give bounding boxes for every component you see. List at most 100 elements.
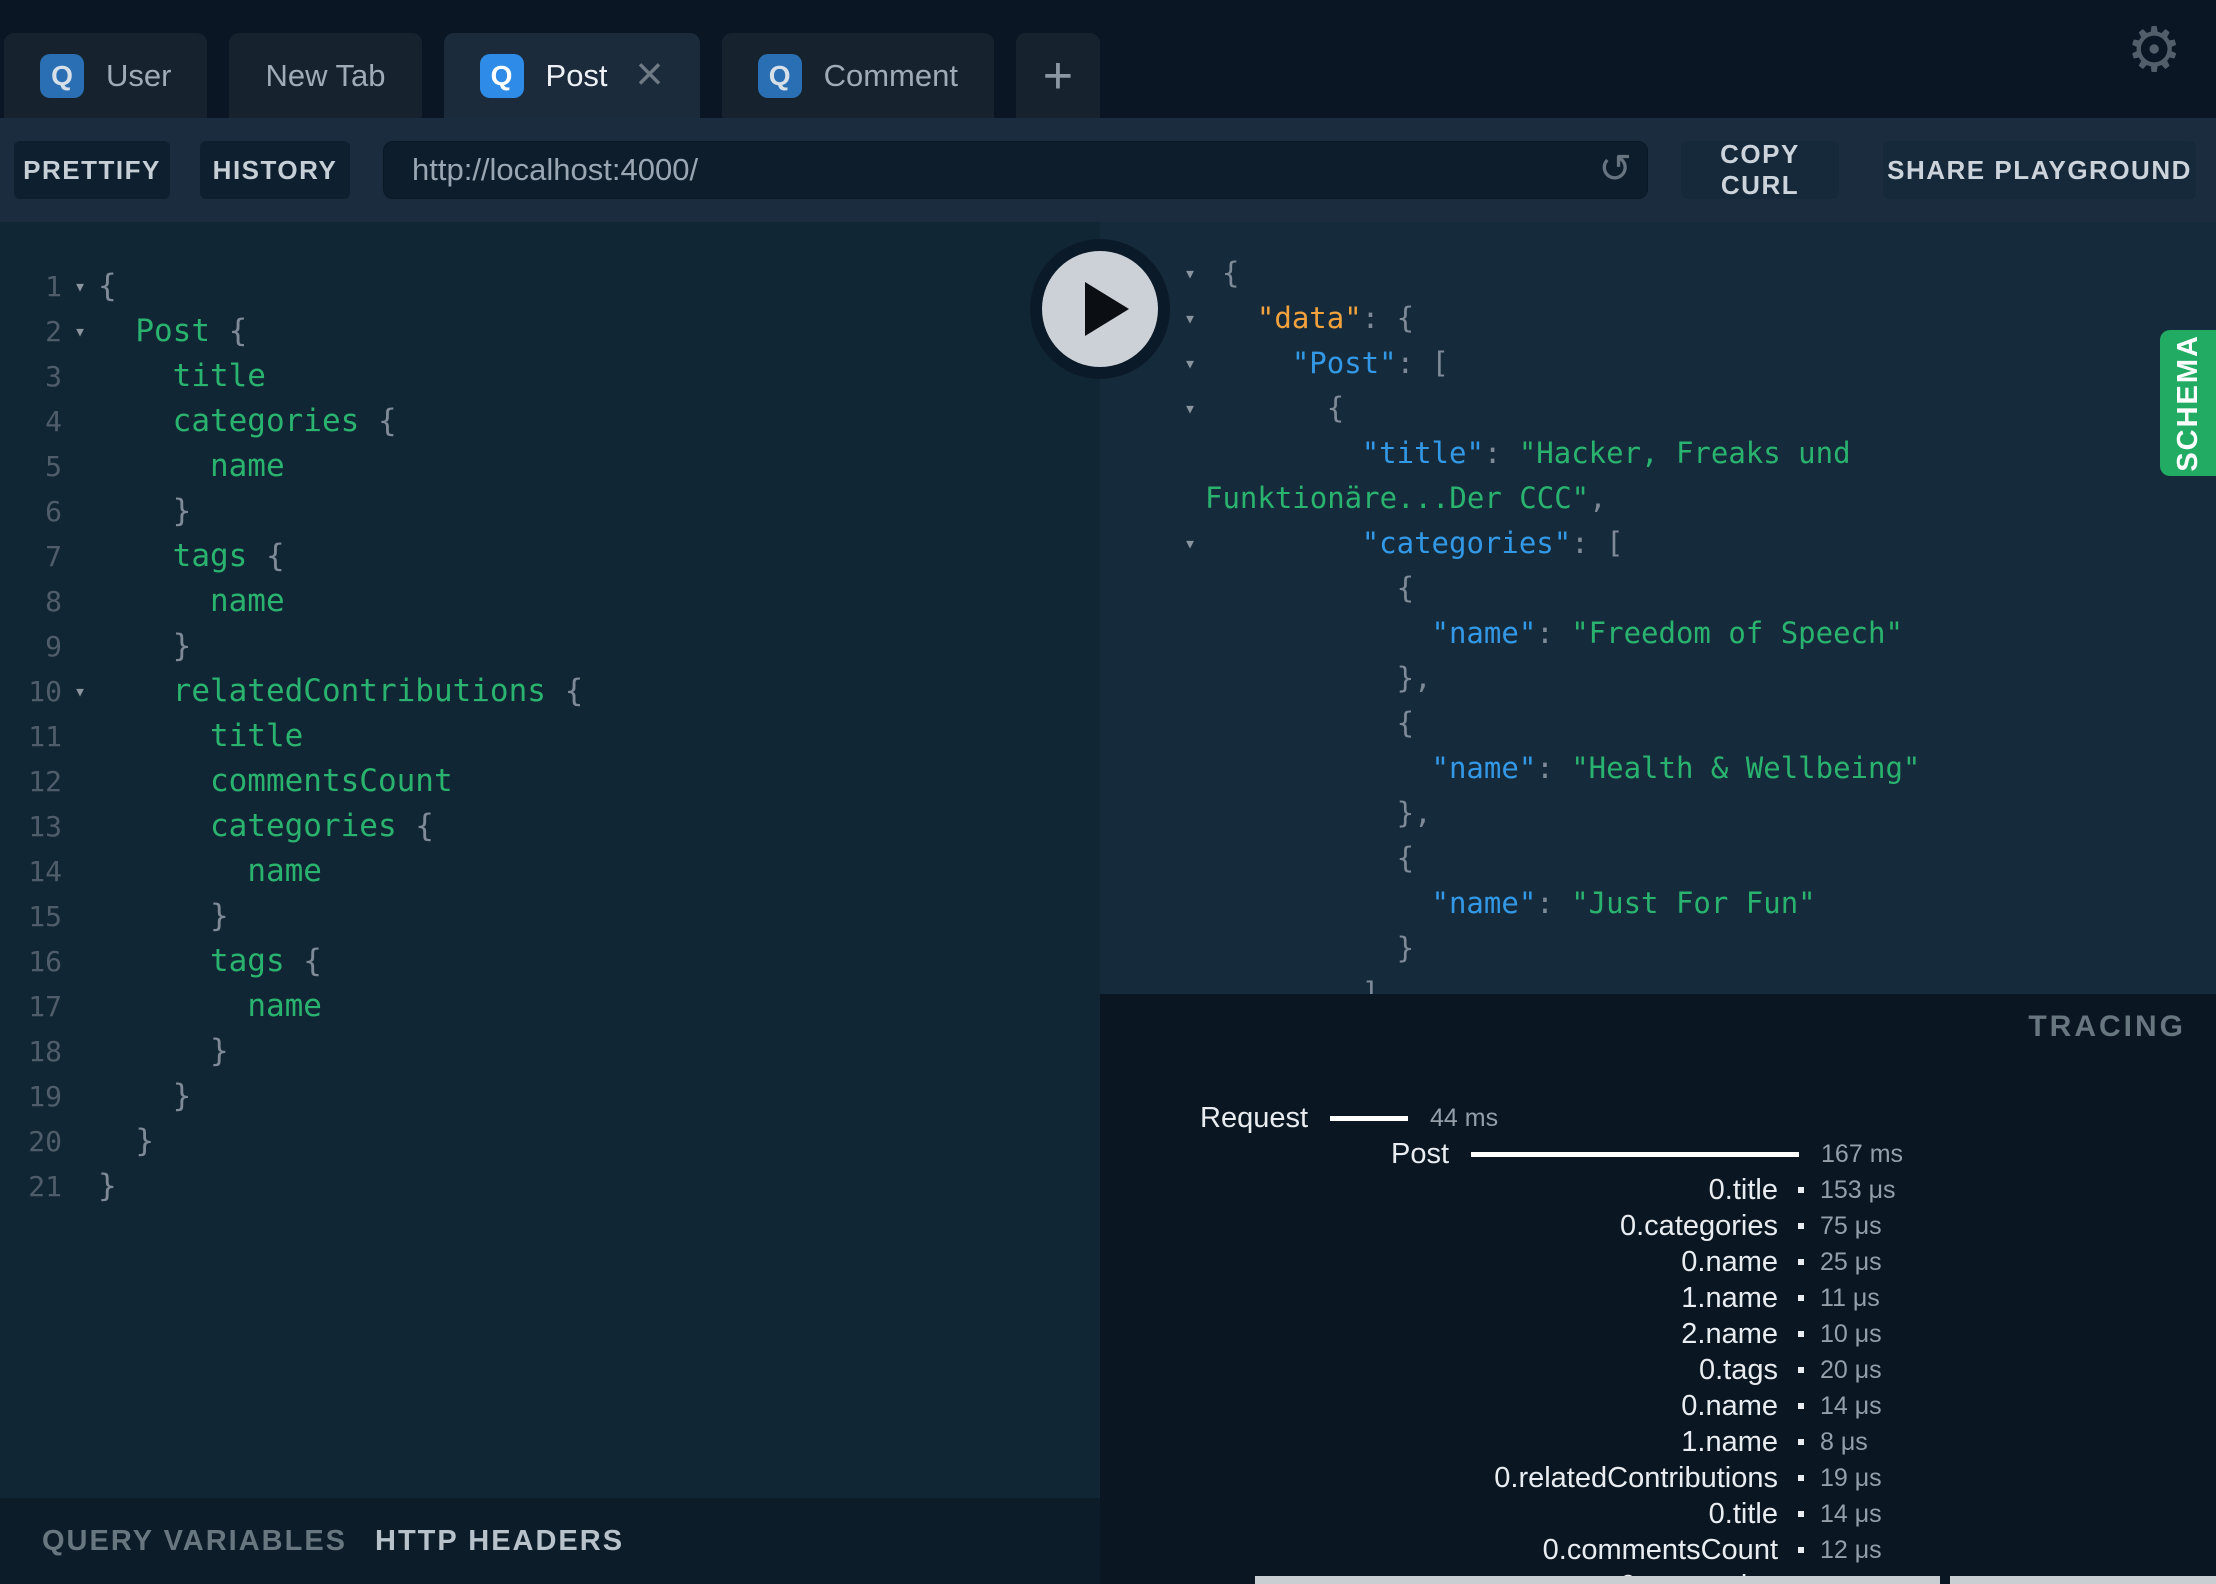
fold-arrow-icon[interactable]: ▾ — [1184, 341, 1196, 386]
fold-arrow-icon[interactable]: ▾ — [1184, 296, 1196, 341]
line-number: 21 — [28, 1170, 62, 1203]
reload-schema-icon[interactable]: ↺ — [1598, 146, 1632, 192]
line-number: 2 — [45, 315, 62, 348]
schema-side-tab[interactable]: SCHEMA — [2160, 330, 2216, 476]
endpoint-url-input[interactable] — [383, 141, 1648, 199]
response-line: ] — [1361, 976, 1380, 994]
tab-comment[interactable]: Q Comment — [721, 33, 994, 118]
response-line: "title": "Hacker, Freaks und — [1361, 436, 1851, 470]
settings-gear-icon[interactable]: ⚙ — [2126, 20, 2182, 82]
tracing-row: 1.name 8 μs — [1100, 1424, 2216, 1460]
tracing-title: TRACING — [2028, 1010, 2186, 1043]
line-number: 14 — [28, 855, 62, 888]
fold-arrow-icon[interactable]: ▾ — [1184, 251, 1196, 296]
code-line: 7 tags { — [0, 534, 1100, 579]
tracing-row: 0.tags 20 μs — [1100, 1352, 2216, 1388]
line-number: 9 — [45, 630, 62, 663]
tab-post[interactable]: Q Post × — [443, 33, 700, 118]
execute-button[interactable] — [1030, 239, 1170, 379]
response-line: "name": "Just For Fun" — [1431, 886, 1816, 920]
tracing-dot-marker — [1798, 1475, 1804, 1481]
line-number: 18 — [28, 1035, 62, 1068]
tab-new-tab[interactable]: New Tab — [229, 33, 422, 118]
tracing-row-value: 11 μs — [1820, 1283, 1880, 1312]
fold-arrow-icon[interactable]: ▾ — [62, 669, 98, 714]
line-number: 7 — [45, 540, 62, 573]
code-line: 6 } — [0, 489, 1100, 534]
code-line: 17 name — [0, 984, 1100, 1029]
prettify-button[interactable]: PRETTIFY — [14, 141, 170, 199]
response-line: Funktionäre...Der CCC", — [1205, 481, 1607, 515]
tracing-row: Post 167 ms — [1100, 1136, 2216, 1172]
new-tab-button[interactable]: + — [1015, 33, 1100, 118]
tracing-row: 0.title 153 μs — [1100, 1172, 2216, 1208]
endpoint-url-wrap: ↺ — [383, 141, 1648, 199]
schema-side-tab-label: SCHEMA — [2171, 334, 2204, 472]
toolbar: PRETTIFY HISTORY ↺ COPY CURL SHARE PLAYG… — [0, 118, 2216, 222]
tracing-dot-marker — [1798, 1439, 1804, 1445]
tracing-row-label: 0.categories — [1620, 1209, 1778, 1242]
line-number: 5 — [45, 450, 62, 483]
code-line: 18 } — [0, 1029, 1100, 1074]
copy-curl-button[interactable]: COPY CURL — [1681, 139, 1839, 200]
tracing-dot-marker — [1798, 1295, 1804, 1301]
query-editor[interactable]: 1 ▾{2 ▾ Post {3 title 4 categories {5 name 6… — [0, 222, 1100, 1498]
line-number: 1 — [45, 270, 62, 303]
tracing-row-label: 0.name — [1681, 1245, 1778, 1278]
response-line: "name": "Freedom of Speech" — [1431, 616, 1903, 650]
close-icon[interactable]: × — [636, 51, 664, 99]
response-line: "name": "Health & Wellbeing" — [1431, 751, 1921, 785]
tracing-row-value: 44 ms — [1430, 1103, 1499, 1132]
tracing-row-value: 14 μs — [1820, 1391, 1882, 1420]
http-headers-tab[interactable]: HTTP HEADERS — [375, 1525, 624, 1558]
tracing-dot-marker — [1798, 1547, 1804, 1553]
line-number: 16 — [28, 945, 62, 978]
share-playground-button[interactable]: SHARE PLAYGROUND — [1883, 141, 2196, 199]
tracing-row: 0.categories 75 μs — [1100, 1208, 2216, 1244]
tracing-row-value: 20 μs — [1820, 1355, 1882, 1384]
code-line: 13 categories { — [0, 804, 1100, 849]
response-line: ▾ "data": { — [1100, 296, 2216, 341]
tracing-dot-marker — [1798, 1223, 1804, 1229]
tracing-row-label: 1.name — [1681, 1281, 1778, 1314]
tracing-row-value: 153 μs — [1820, 1175, 1896, 1204]
tracing-dot-marker — [1798, 1511, 1804, 1517]
response-line: } — [1396, 931, 1415, 965]
fold-arrow-icon[interactable]: ▾ — [62, 309, 98, 354]
line-number: 19 — [28, 1080, 62, 1113]
plus-icon: + — [1042, 46, 1074, 105]
line-number: 17 — [28, 990, 62, 1023]
fold-arrow-icon[interactable]: ▾ — [62, 264, 98, 309]
horizontal-scrollbar[interactable] — [1255, 1576, 2216, 1584]
code-line: 11 title — [0, 714, 1100, 759]
response-line: ▾ { — [1100, 386, 2216, 431]
tracing-row: 0.name 25 μs — [1100, 1244, 2216, 1280]
query-variables-tab[interactable]: QUERY VARIABLES — [42, 1525, 347, 1558]
tracing-row-label: 0.title — [1708, 1497, 1778, 1530]
tab-user[interactable]: Q User — [4, 33, 208, 118]
history-button[interactable]: HISTORY — [200, 141, 350, 199]
response-line: ▾ "Post": [ — [1100, 341, 2216, 386]
fold-arrow-icon[interactable]: ▾ — [1184, 521, 1196, 566]
play-icon — [1042, 251, 1158, 367]
line-number: 12 — [28, 765, 62, 798]
line-number: 11 — [28, 720, 62, 753]
tracing-row-value: 167 ms — [1821, 1139, 1904, 1168]
scrollbar-notch — [1940, 1576, 1950, 1584]
tracing-rows: Request 44 ms Post 167 ms 0.title 153 μs 0.cat… — [1100, 1100, 2216, 1584]
tracing-row-value: 19 μs — [1820, 1463, 1882, 1492]
tracing-row-label: 0.relatedContributions — [1494, 1461, 1778, 1494]
code-line: 5 name — [0, 444, 1100, 489]
line-number: 10 — [28, 675, 62, 708]
tracing-row-value: 12 μs — [1820, 1535, 1882, 1564]
tab-label: Comment — [823, 57, 958, 93]
fold-arrow-icon[interactable]: ▾ — [1184, 386, 1196, 431]
